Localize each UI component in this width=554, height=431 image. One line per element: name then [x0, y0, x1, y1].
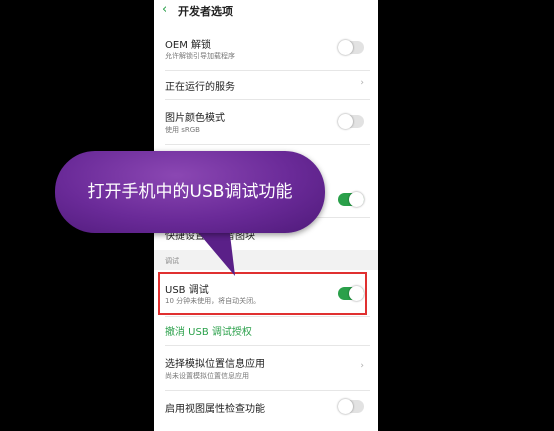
color-mode-sub: 使用 sRGB: [165, 126, 200, 134]
hidden-row-toggle[interactable]: [338, 192, 364, 207]
view-attr-row[interactable]: 启用视图属性检查功能: [154, 391, 378, 423]
oem-unlock-sub: 允许解锁引导加载程序: [165, 52, 235, 60]
toggle-knob: [338, 40, 353, 55]
toggle-knob: [338, 114, 353, 129]
toggle-knob: [338, 399, 353, 414]
back-arrow-icon[interactable]: ‹: [162, 2, 167, 17]
color-mode-toggle[interactable]: [338, 114, 364, 129]
oem-unlock-toggle[interactable]: [338, 40, 364, 55]
running-services-label: 正在运行的服务: [165, 82, 235, 93]
callout-bubble: 打开手机中的USB调试功能: [55, 151, 325, 233]
view-attr-label: 启用视图属性检查功能: [165, 404, 265, 415]
toggle-knob: [349, 192, 364, 207]
chevron-right-icon: ›: [360, 78, 364, 88]
chevron-right-icon: ›: [360, 361, 364, 371]
color-mode-label: 图片颜色模式: [165, 113, 225, 124]
divider: [165, 144, 370, 145]
callout-text: 打开手机中的USB调试功能: [87, 182, 293, 202]
mock-location-sub: 尚未设置模拟位置信息应用: [165, 372, 249, 380]
mock-location-label: 选择模拟位置信息应用: [165, 359, 265, 370]
debug-section-header: 调试: [154, 250, 378, 270]
page-title: 开发者选项: [178, 5, 233, 18]
mock-location-row[interactable]: 选择模拟位置信息应用 尚未设置模拟位置信息应用 ›: [154, 346, 378, 390]
running-services-row[interactable]: 正在运行的服务 ›: [154, 71, 378, 99]
divider: [165, 316, 370, 317]
debug-section-label: 调试: [165, 257, 179, 265]
oem-unlock-row[interactable]: OEM 解锁 允许解锁引导加载程序: [154, 30, 378, 70]
revoke-usb-auth-link[interactable]: 撤消 USB 调试授权: [165, 323, 252, 338]
title-bar: ‹ 开发者选项: [154, 0, 378, 22]
oem-unlock-label: OEM 解锁: [165, 40, 211, 51]
view-attr-toggle[interactable]: [338, 399, 364, 414]
usb-debug-highlight-box: [158, 272, 367, 315]
color-mode-row[interactable]: 图片颜色模式 使用 sRGB: [154, 100, 378, 144]
